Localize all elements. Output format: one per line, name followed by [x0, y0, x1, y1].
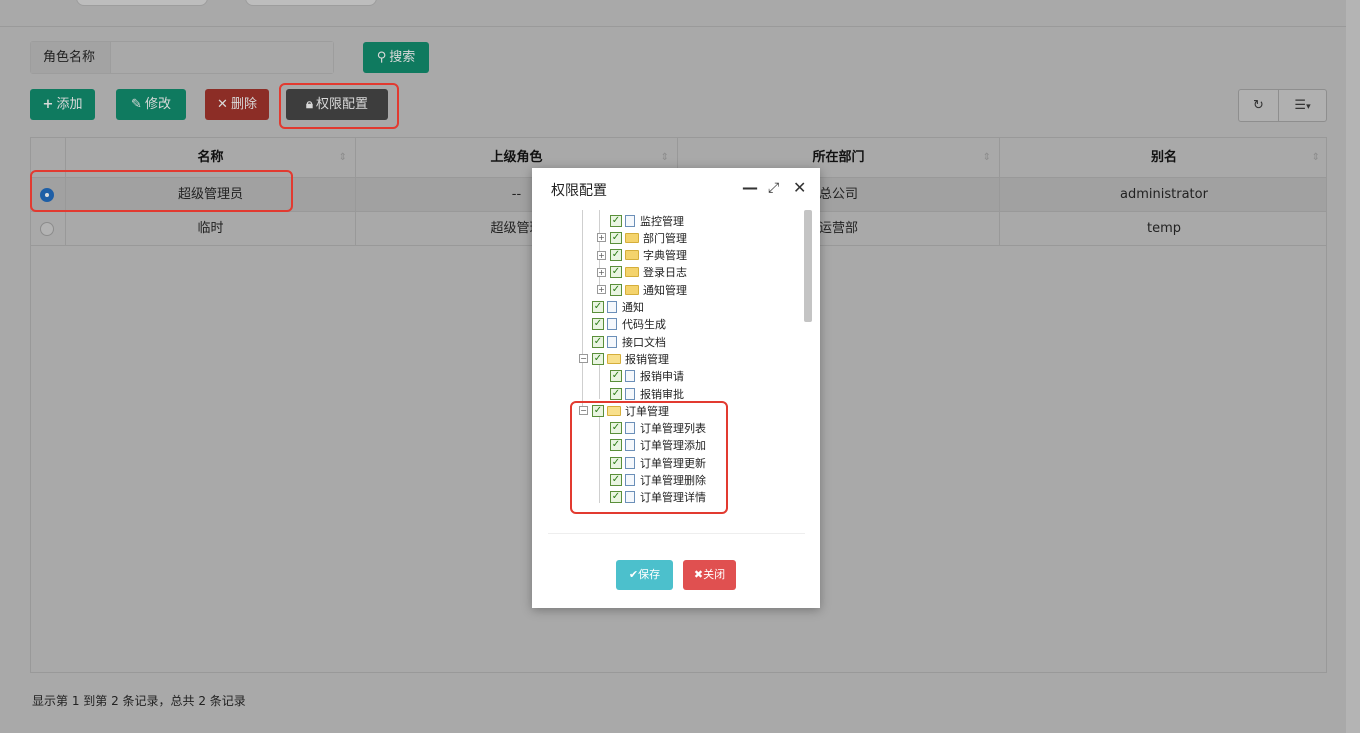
top-divider — [0, 26, 1346, 27]
tree-node-label: 代码生成 — [622, 318, 666, 332]
search-button[interactable]: ⚲ 搜索 — [363, 42, 429, 73]
add-button[interactable]: + 添加 — [30, 89, 95, 120]
sort-icon: ⇕ — [982, 152, 991, 163]
checkbox-checked-icon[interactable]: ✓ — [592, 318, 604, 331]
cell-alias: administrator — [999, 178, 1328, 212]
role-name-search-group: 角色名称 — [30, 41, 334, 74]
cell-name: 临时 — [65, 212, 355, 246]
file-icon — [607, 335, 617, 348]
pagination-summary: 显示第 1 到第 2 条记录，总共 2 条记录 — [32, 694, 246, 708]
tree-node-label: 登录日志 — [643, 266, 687, 280]
folder-icon — [625, 250, 639, 261]
tree-node[interactable]: ✓ 报销申请 — [610, 368, 684, 385]
minimize-icon[interactable]: — — [742, 178, 758, 198]
dialog-header: 权限配置 — ⤢ ✕ — [532, 168, 820, 210]
tree-guide-line — [599, 364, 600, 399]
edit-icon: ✎ — [131, 97, 142, 112]
expand-icon[interactable]: + — [597, 285, 606, 295]
tree-node[interactable]: + ✓ 通知管理 — [597, 281, 687, 298]
file-icon — [625, 214, 635, 227]
search-icon: ⚲ — [376, 50, 387, 65]
top-tab-1[interactable] — [76, 0, 208, 6]
tree-node[interactable]: ✓ 代码生成 — [592, 316, 666, 333]
tree-node-label: 监控管理 — [640, 214, 684, 228]
tree-node[interactable]: ✓ 接口文档 — [592, 333, 666, 350]
top-tab-2[interactable] — [245, 0, 377, 6]
tree-node-label: 报销申请 — [640, 370, 684, 384]
permission-config-dialog: 权限配置 — ⤢ ✕ ✓ 监控管理 + ✓ 部门管理 + ✓ 字典管理 + ✓ 登录日志 + ✓ 通知管理… — [532, 168, 820, 608]
tree-node-label: 报销管理 — [625, 352, 669, 366]
save-button[interactable]: ✔保存 — [616, 560, 673, 590]
row-select-cell — [31, 212, 65, 246]
collapse-icon[interactable]: − — [579, 354, 588, 364]
role-name-input[interactable] — [111, 42, 333, 73]
file-icon — [607, 301, 617, 313]
tree-node-label: 接口文档 — [622, 335, 666, 349]
page-scrollbar[interactable] — [1346, 0, 1360, 733]
file-icon — [625, 387, 635, 400]
expand-icon[interactable]: + — [597, 233, 606, 243]
tree-node-label: 字典管理 — [643, 249, 687, 263]
maximize-icon[interactable]: ⤢ — [768, 178, 779, 198]
column-header-alias[interactable]: 别名 ⇕ — [999, 138, 1328, 178]
checkbox-checked-icon[interactable]: ✓ — [592, 335, 604, 348]
checkbox-checked-icon[interactable]: ✓ — [610, 370, 622, 383]
folder-open-icon — [607, 353, 621, 364]
checkbox-checked-icon[interactable]: ✓ — [610, 249, 622, 262]
folder-icon — [625, 284, 639, 295]
tree-node[interactable]: + ✓ 部门管理 — [597, 229, 687, 246]
check-icon: ✔ — [628, 568, 639, 581]
tree-node[interactable]: ✓ 通知 — [592, 299, 644, 316]
caret-down-icon: ▾ — [1306, 102, 1311, 112]
checkbox-checked-icon[interactable]: ✓ — [610, 266, 622, 279]
close-icon: ✖ — [693, 568, 704, 581]
dialog-title: 权限配置 — [551, 183, 607, 199]
list-icon: ☰ — [1294, 98, 1307, 113]
columns-toggle-button[interactable]: ☰▾ — [1278, 89, 1327, 122]
refresh-icon: ↻ — [1253, 98, 1264, 113]
refresh-button[interactable]: ↻ — [1238, 89, 1279, 122]
tree-scrollbar[interactable] — [804, 210, 812, 322]
expand-icon[interactable]: + — [597, 267, 606, 277]
checkbox-checked-icon[interactable]: ✓ — [610, 214, 622, 227]
tree-node-label: 报销审批 — [640, 387, 684, 401]
tree-node[interactable]: ✓ 报销审批 — [610, 385, 684, 402]
tree-guide-line — [582, 210, 583, 411]
close-button[interactable]: ✖关闭 — [683, 560, 736, 590]
row-highlight — [30, 170, 293, 212]
checkbox-checked-icon[interactable]: ✓ — [592, 301, 604, 313]
folder-icon — [625, 267, 639, 278]
checkbox-checked-icon[interactable]: ✓ — [610, 387, 622, 400]
file-icon — [607, 318, 617, 331]
tree-node[interactable]: − ✓ 报销管理 — [579, 350, 669, 367]
tree-node-label: 通知管理 — [643, 283, 687, 297]
order-management-highlight — [570, 401, 728, 514]
permission-button-highlight — [279, 83, 399, 129]
file-icon — [625, 370, 635, 383]
tree-node[interactable]: + ✓ 字典管理 — [597, 247, 687, 264]
plus-icon: + — [42, 97, 54, 112]
close-icon[interactable]: ✕ — [793, 178, 806, 198]
checkbox-checked-icon[interactable]: ✓ — [610, 231, 622, 244]
sort-icon: ⇕ — [338, 152, 347, 163]
expand-icon[interactable]: + — [597, 250, 606, 260]
tree-node[interactable]: + ✓ 登录日志 — [597, 264, 687, 281]
sort-icon: ⇕ — [1311, 152, 1320, 163]
edit-button[interactable]: ✎ 修改 — [116, 89, 186, 120]
folder-icon — [625, 232, 639, 243]
row-radio[interactable] — [40, 222, 54, 236]
tree-node-label: 部门管理 — [643, 231, 687, 245]
checkbox-checked-icon[interactable]: ✓ — [592, 352, 604, 365]
checkbox-checked-icon[interactable]: ✓ — [610, 283, 622, 296]
tree-node[interactable]: ✓ 监控管理 — [610, 212, 684, 229]
cell-alias: temp — [999, 212, 1328, 246]
delete-button[interactable]: ✕ 删除 — [205, 89, 269, 120]
role-name-label: 角色名称 — [31, 42, 111, 73]
tree-node-label: 通知 — [622, 301, 644, 314]
close-icon: ✕ — [217, 97, 228, 112]
